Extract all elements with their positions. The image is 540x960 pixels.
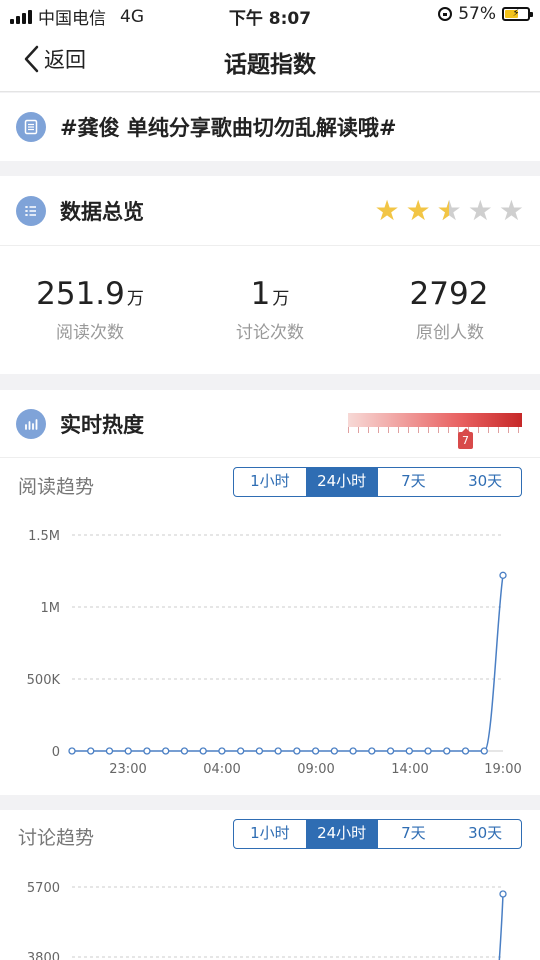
topic-title: #龚俊 单纯分享歌曲切勿乱解读哦# bbox=[60, 116, 397, 140]
data-point bbox=[386, 747, 395, 755]
data-point bbox=[162, 747, 170, 755]
tab-30d[interactable]: 30天 bbox=[449, 820, 521, 848]
discussion-trend-title: 讨论趋势 bbox=[18, 827, 95, 849]
data-point bbox=[311, 747, 320, 755]
x-tick-label: 04:00 bbox=[203, 762, 240, 777]
data-point bbox=[443, 747, 451, 755]
data-point bbox=[405, 747, 413, 755]
heat-title: 实时热度 bbox=[60, 412, 144, 437]
data-point bbox=[87, 747, 95, 755]
list-icon bbox=[16, 195, 46, 226]
reading-trend-title: 阅读趋势 bbox=[18, 476, 95, 498]
data-point bbox=[105, 747, 114, 755]
data-point bbox=[255, 747, 264, 755]
chart-icon bbox=[16, 408, 46, 439]
heat-level-marker: 7 bbox=[458, 428, 473, 449]
reading-range-tabs: 1小时 24小时 7天 30天 bbox=[233, 467, 522, 497]
discussion-trend-card: 讨论趋势 1小时 24小时 7天 30天 5700 3800 bbox=[0, 810, 540, 960]
rotation-lock-icon bbox=[438, 7, 453, 21]
star-icon: ★ bbox=[405, 194, 431, 227]
data-point bbox=[237, 747, 245, 755]
y-tick-label: 3800 bbox=[27, 951, 60, 960]
star-empty-icon: ★ bbox=[498, 194, 524, 227]
heat-gauge bbox=[348, 413, 522, 427]
x-tick-label: 23:00 bbox=[109, 762, 146, 777]
y-tick-label: 1.5M bbox=[28, 529, 60, 544]
half-star-icon: ★ bbox=[437, 196, 462, 227]
tab-1h[interactable]: 1小时 bbox=[234, 468, 306, 496]
stat-value: 1 bbox=[250, 276, 271, 312]
data-point bbox=[499, 571, 507, 579]
stat-value: 251.9 bbox=[36, 276, 125, 312]
data-point bbox=[424, 747, 432, 755]
data-point bbox=[199, 747, 207, 755]
data-point bbox=[349, 747, 357, 755]
y-tick-label: 0 bbox=[52, 745, 60, 760]
stat-label: 讨论次数 bbox=[236, 323, 304, 343]
discussion-trend-chart: 5700 3800 bbox=[27, 881, 507, 960]
stat-original-users: 2792 原创人数 bbox=[360, 276, 540, 343]
data-overview-card: 数据总览 ★ ★ ★ ★ ★ 251.9万 阅读次数 1万 讨论次数 2792 … bbox=[0, 176, 540, 374]
data-point bbox=[480, 747, 488, 755]
stat-discussion-count: 1万 讨论次数 bbox=[180, 276, 360, 343]
topic-header: #龚俊 单纯分享歌曲切勿乱解读哦# bbox=[0, 93, 540, 161]
series-line bbox=[72, 575, 504, 752]
stat-value: 2792 bbox=[409, 276, 489, 312]
x-tick-label: 19:00 bbox=[484, 762, 521, 777]
tab-1h[interactable]: 1小时 bbox=[234, 820, 306, 848]
stat-label: 阅读次数 bbox=[56, 323, 124, 343]
battery-percent: 57% bbox=[458, 4, 496, 24]
data-point bbox=[274, 747, 282, 755]
star-empty-icon: ★ bbox=[467, 194, 493, 227]
tab-24h[interactable]: 24小时 bbox=[305, 468, 378, 496]
document-icon bbox=[16, 112, 46, 142]
realtime-heat-card: 实时热度 7 阅读趋势 1小时 24小时 7天 30天 1.5M 1M 500K 0 2… bbox=[0, 390, 540, 795]
data-point bbox=[499, 890, 507, 898]
stat-label: 原创人数 bbox=[416, 323, 484, 343]
status-bar: 中国电信 4G 下午 8:07 57% ⚡ bbox=[0, 0, 540, 30]
data-point bbox=[143, 747, 151, 755]
x-tick-label: 09:00 bbox=[297, 762, 334, 777]
y-tick-label: 500K bbox=[27, 673, 61, 688]
tab-7d[interactable]: 7天 bbox=[378, 468, 450, 496]
series-line bbox=[498, 893, 504, 960]
y-tick-label: 1M bbox=[41, 601, 61, 616]
data-point bbox=[461, 747, 470, 755]
data-point bbox=[68, 747, 76, 755]
rating-stars: ★ ★ ★ ★ ★ bbox=[374, 194, 524, 227]
stat-unit: 万 bbox=[272, 289, 290, 309]
stat-unit: 万 bbox=[126, 289, 144, 309]
data-point bbox=[124, 747, 132, 755]
nav-bar: 返回 话题指数 bbox=[0, 30, 540, 92]
stat-read-count: 251.9 万 阅读次数 bbox=[0, 276, 180, 343]
tab-7d[interactable]: 7天 bbox=[378, 820, 450, 848]
overview-title: 数据总览 bbox=[60, 199, 144, 224]
tab-30d[interactable]: 30天 bbox=[449, 468, 521, 496]
heat-gauge-ticks bbox=[348, 427, 522, 433]
data-point bbox=[218, 747, 226, 755]
data-point bbox=[180, 747, 189, 755]
y-tick-label: 5700 bbox=[27, 881, 60, 896]
battery-icon: ⚡ bbox=[502, 7, 533, 21]
page-title: 话题指数 bbox=[224, 52, 316, 78]
star-icon: ★ bbox=[374, 194, 400, 227]
data-point bbox=[293, 747, 301, 755]
discussion-range-tabs: 1小时 24小时 7天 30天 bbox=[233, 819, 522, 849]
data-point bbox=[330, 747, 338, 755]
tab-24h[interactable]: 24小时 bbox=[305, 820, 378, 848]
reading-trend-chart: 1.5M 1M 500K 0 23:00 04:00 09:00 14:00 19:00 bbox=[27, 529, 522, 777]
data-point bbox=[368, 747, 376, 755]
x-tick-label: 14:00 bbox=[391, 762, 428, 777]
